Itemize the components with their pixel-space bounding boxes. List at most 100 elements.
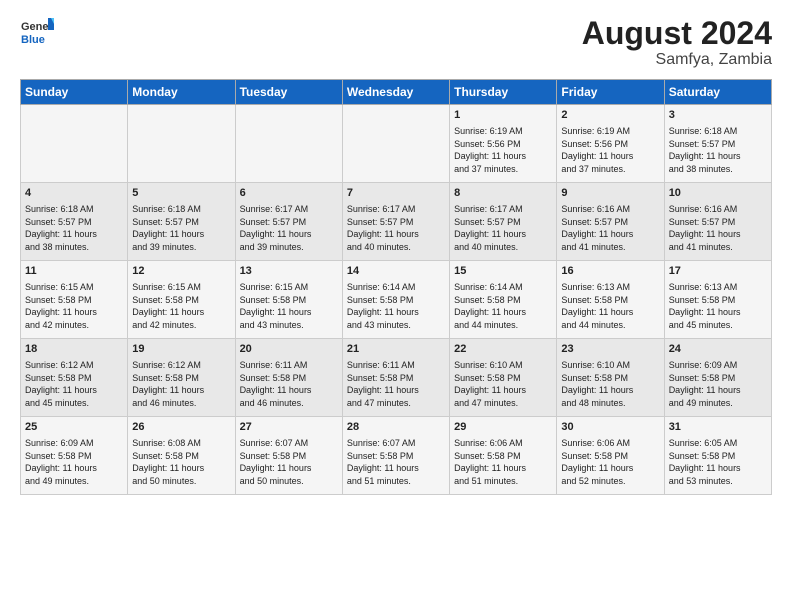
- calendar-cell: 9 Sunrise: 6:16 AM Sunset: 5:57 PM Daylig…: [557, 183, 664, 261]
- day-content: Sunrise: 6:05 AM Sunset: 5:58 PM Dayligh…: [669, 437, 767, 487]
- day-content: Sunrise: 6:07 AM Sunset: 5:58 PM Dayligh…: [347, 437, 445, 487]
- calendar-week-row: 4 Sunrise: 6:18 AM Sunset: 5:57 PM Daylig…: [21, 183, 772, 261]
- calendar-cell: 13 Sunrise: 6:15 AM Sunset: 5:58 PM Dayli…: [235, 261, 342, 339]
- day-content: Sunrise: 6:09 AM Sunset: 5:58 PM Dayligh…: [669, 359, 767, 409]
- calendar-cell: 8Sunrise: 6:17 AM Sunset: 5:57 PM Daylig…: [450, 183, 557, 261]
- calendar-cell: 14 Sunrise: 6:14 AM Sunset: 5:58 PM Dayli…: [342, 261, 449, 339]
- calendar-cell: 3Sunrise: 6:18 AM Sunset: 5:57 PM Daylig…: [664, 105, 771, 183]
- calendar-cell: 31 Sunrise: 6:05 AM Sunset: 5:58 PM Dayli…: [664, 417, 771, 495]
- day-content: Sunrise: 6:12 AM Sunset: 5:58 PM Dayligh…: [25, 359, 123, 409]
- day-content: Sunrise: 6:17 AM Sunset: 5:57 PM Dayligh…: [347, 203, 445, 253]
- day-number: 2: [561, 108, 659, 123]
- day-content: Sunrise: 6:09 AM Sunset: 5:58 PM Dayligh…: [25, 437, 123, 487]
- calendar-subtitle: Samfya, Zambia: [582, 51, 772, 69]
- header-tuesday: Tuesday: [235, 80, 342, 105]
- calendar-title: August 2024: [582, 16, 772, 51]
- day-number: 6: [240, 186, 338, 201]
- header-monday: Monday: [128, 80, 235, 105]
- day-content: Sunrise: 6:10 AM Sunset: 5:58 PM Dayligh…: [454, 359, 552, 409]
- header-friday: Friday: [557, 80, 664, 105]
- day-number: 28: [347, 420, 445, 435]
- calendar-week-row: 1 Sunrise: 6:19 AM Sunset: 5:56 PM Daylig…: [21, 105, 772, 183]
- day-content: Sunrise: 6:18 AM Sunset: 5:57 PM Dayligh…: [669, 125, 767, 175]
- calendar-cell: 11Sunrise: 6:15 AM Sunset: 5:58 PM Dayli…: [21, 261, 128, 339]
- calendar-cell: 5 Sunrise: 6:18 AM Sunset: 5:57 PM Daylig…: [128, 183, 235, 261]
- calendar-cell: 20 Sunrise: 6:11 AM Sunset: 5:58 PM Dayli…: [235, 339, 342, 417]
- day-content: Sunrise: 6:15 AM Sunset: 5:58 PM Dayligh…: [240, 281, 338, 331]
- day-number: 10: [669, 186, 767, 201]
- day-number: 29: [454, 420, 552, 435]
- day-number: 12: [132, 264, 230, 279]
- page-header: General Blue August 2024 Samfya, Zambia: [20, 16, 772, 69]
- calendar-week-row: 25Sunrise: 6:09 AM Sunset: 5:58 PM Dayli…: [21, 417, 772, 495]
- header-thursday: Thursday: [450, 80, 557, 105]
- day-number: 15: [454, 264, 552, 279]
- day-content: Sunrise: 6:14 AM Sunset: 5:58 PM Dayligh…: [347, 281, 445, 331]
- day-content: Sunrise: 6:13 AM Sunset: 5:58 PM Dayligh…: [561, 281, 659, 331]
- day-number: 13: [240, 264, 338, 279]
- calendar-cell: 6 Sunrise: 6:17 AM Sunset: 5:57 PM Daylig…: [235, 183, 342, 261]
- calendar-week-row: 11Sunrise: 6:15 AM Sunset: 5:58 PM Dayli…: [21, 261, 772, 339]
- day-number: 7: [347, 186, 445, 201]
- calendar-cell: 15 Sunrise: 6:14 AM Sunset: 5:58 PM Dayli…: [450, 261, 557, 339]
- day-number: 4: [25, 186, 123, 201]
- calendar-cell: [21, 105, 128, 183]
- calendar-cell: 18Sunrise: 6:12 AM Sunset: 5:58 PM Dayli…: [21, 339, 128, 417]
- calendar-cell: 25Sunrise: 6:09 AM Sunset: 5:58 PM Dayli…: [21, 417, 128, 495]
- calendar-cell: 16Sunrise: 6:13 AM Sunset: 5:58 PM Dayli…: [557, 261, 664, 339]
- calendar-cell: 12 Sunrise: 6:15 AM Sunset: 5:58 PM Dayli…: [128, 261, 235, 339]
- calendar-cell: [128, 105, 235, 183]
- calendar-cell: 4Sunrise: 6:18 AM Sunset: 5:57 PM Daylig…: [21, 183, 128, 261]
- day-number: 23: [561, 342, 659, 357]
- day-content: Sunrise: 6:16 AM Sunset: 5:57 PM Dayligh…: [669, 203, 767, 253]
- calendar-cell: 30 Sunrise: 6:06 AM Sunset: 5:58 PM Dayli…: [557, 417, 664, 495]
- day-content: Sunrise: 6:11 AM Sunset: 5:58 PM Dayligh…: [347, 359, 445, 409]
- calendar-cell: 26 Sunrise: 6:08 AM Sunset: 5:58 PM Dayli…: [128, 417, 235, 495]
- day-content: Sunrise: 6:14 AM Sunset: 5:58 PM Dayligh…: [454, 281, 552, 331]
- day-content: Sunrise: 6:16 AM Sunset: 5:57 PM Dayligh…: [561, 203, 659, 253]
- calendar-cell: 29 Sunrise: 6:06 AM Sunset: 5:58 PM Dayli…: [450, 417, 557, 495]
- day-number: 14: [347, 264, 445, 279]
- day-content: Sunrise: 6:06 AM Sunset: 5:58 PM Dayligh…: [454, 437, 552, 487]
- day-content: Sunrise: 6:18 AM Sunset: 5:57 PM Dayligh…: [132, 203, 230, 253]
- day-content: Sunrise: 6:15 AM Sunset: 5:58 PM Dayligh…: [132, 281, 230, 331]
- calendar-cell: 21 Sunrise: 6:11 AM Sunset: 5:58 PM Dayli…: [342, 339, 449, 417]
- day-number: 21: [347, 342, 445, 357]
- day-number: 20: [240, 342, 338, 357]
- header-sunday: Sunday: [21, 80, 128, 105]
- logo: General Blue: [20, 16, 54, 50]
- day-content: Sunrise: 6:15 AM Sunset: 5:58 PM Dayligh…: [25, 281, 123, 331]
- calendar-cell: 22Sunrise: 6:10 AM Sunset: 5:58 PM Dayli…: [450, 339, 557, 417]
- day-content: Sunrise: 6:19 AM Sunset: 5:56 PM Dayligh…: [561, 125, 659, 175]
- calendar-cell: 27 Sunrise: 6:07 AM Sunset: 5:58 PM Dayli…: [235, 417, 342, 495]
- day-content: Sunrise: 6:08 AM Sunset: 5:58 PM Dayligh…: [132, 437, 230, 487]
- day-content: Sunrise: 6:06 AM Sunset: 5:58 PM Dayligh…: [561, 437, 659, 487]
- calendar-cell: [342, 105, 449, 183]
- day-content: Sunrise: 6:11 AM Sunset: 5:58 PM Dayligh…: [240, 359, 338, 409]
- day-content: Sunrise: 6:17 AM Sunset: 5:57 PM Dayligh…: [454, 203, 552, 253]
- title-block: August 2024 Samfya, Zambia: [582, 16, 772, 69]
- calendar-cell: 7 Sunrise: 6:17 AM Sunset: 5:57 PM Daylig…: [342, 183, 449, 261]
- day-number: 24: [669, 342, 767, 357]
- calendar-cell: 23Sunrise: 6:10 AM Sunset: 5:58 PM Dayli…: [557, 339, 664, 417]
- calendar-body: 1 Sunrise: 6:19 AM Sunset: 5:56 PM Daylig…: [21, 105, 772, 495]
- day-number: 26: [132, 420, 230, 435]
- day-content: Sunrise: 6:07 AM Sunset: 5:58 PM Dayligh…: [240, 437, 338, 487]
- calendar-cell: 24 Sunrise: 6:09 AM Sunset: 5:58 PM Dayli…: [664, 339, 771, 417]
- calendar-cell: 1 Sunrise: 6:19 AM Sunset: 5:56 PM Daylig…: [450, 105, 557, 183]
- day-number: 1: [454, 108, 552, 123]
- day-content: Sunrise: 6:19 AM Sunset: 5:56 PM Dayligh…: [454, 125, 552, 175]
- day-number: 30: [561, 420, 659, 435]
- calendar-cell: 19Sunrise: 6:12 AM Sunset: 5:58 PM Dayli…: [128, 339, 235, 417]
- day-number: 5: [132, 186, 230, 201]
- day-number: 9: [561, 186, 659, 201]
- header-wednesday: Wednesday: [342, 80, 449, 105]
- day-content: Sunrise: 6:13 AM Sunset: 5:58 PM Dayligh…: [669, 281, 767, 331]
- day-content: Sunrise: 6:17 AM Sunset: 5:57 PM Dayligh…: [240, 203, 338, 253]
- day-number: 31: [669, 420, 767, 435]
- svg-text:Blue: Blue: [21, 34, 45, 46]
- calendar-cell: 2 Sunrise: 6:19 AM Sunset: 5:56 PM Daylig…: [557, 105, 664, 183]
- day-number: 27: [240, 420, 338, 435]
- logo-svg: General Blue: [20, 16, 54, 50]
- calendar-table: Sunday Monday Tuesday Wednesday Thursday…: [20, 79, 772, 495]
